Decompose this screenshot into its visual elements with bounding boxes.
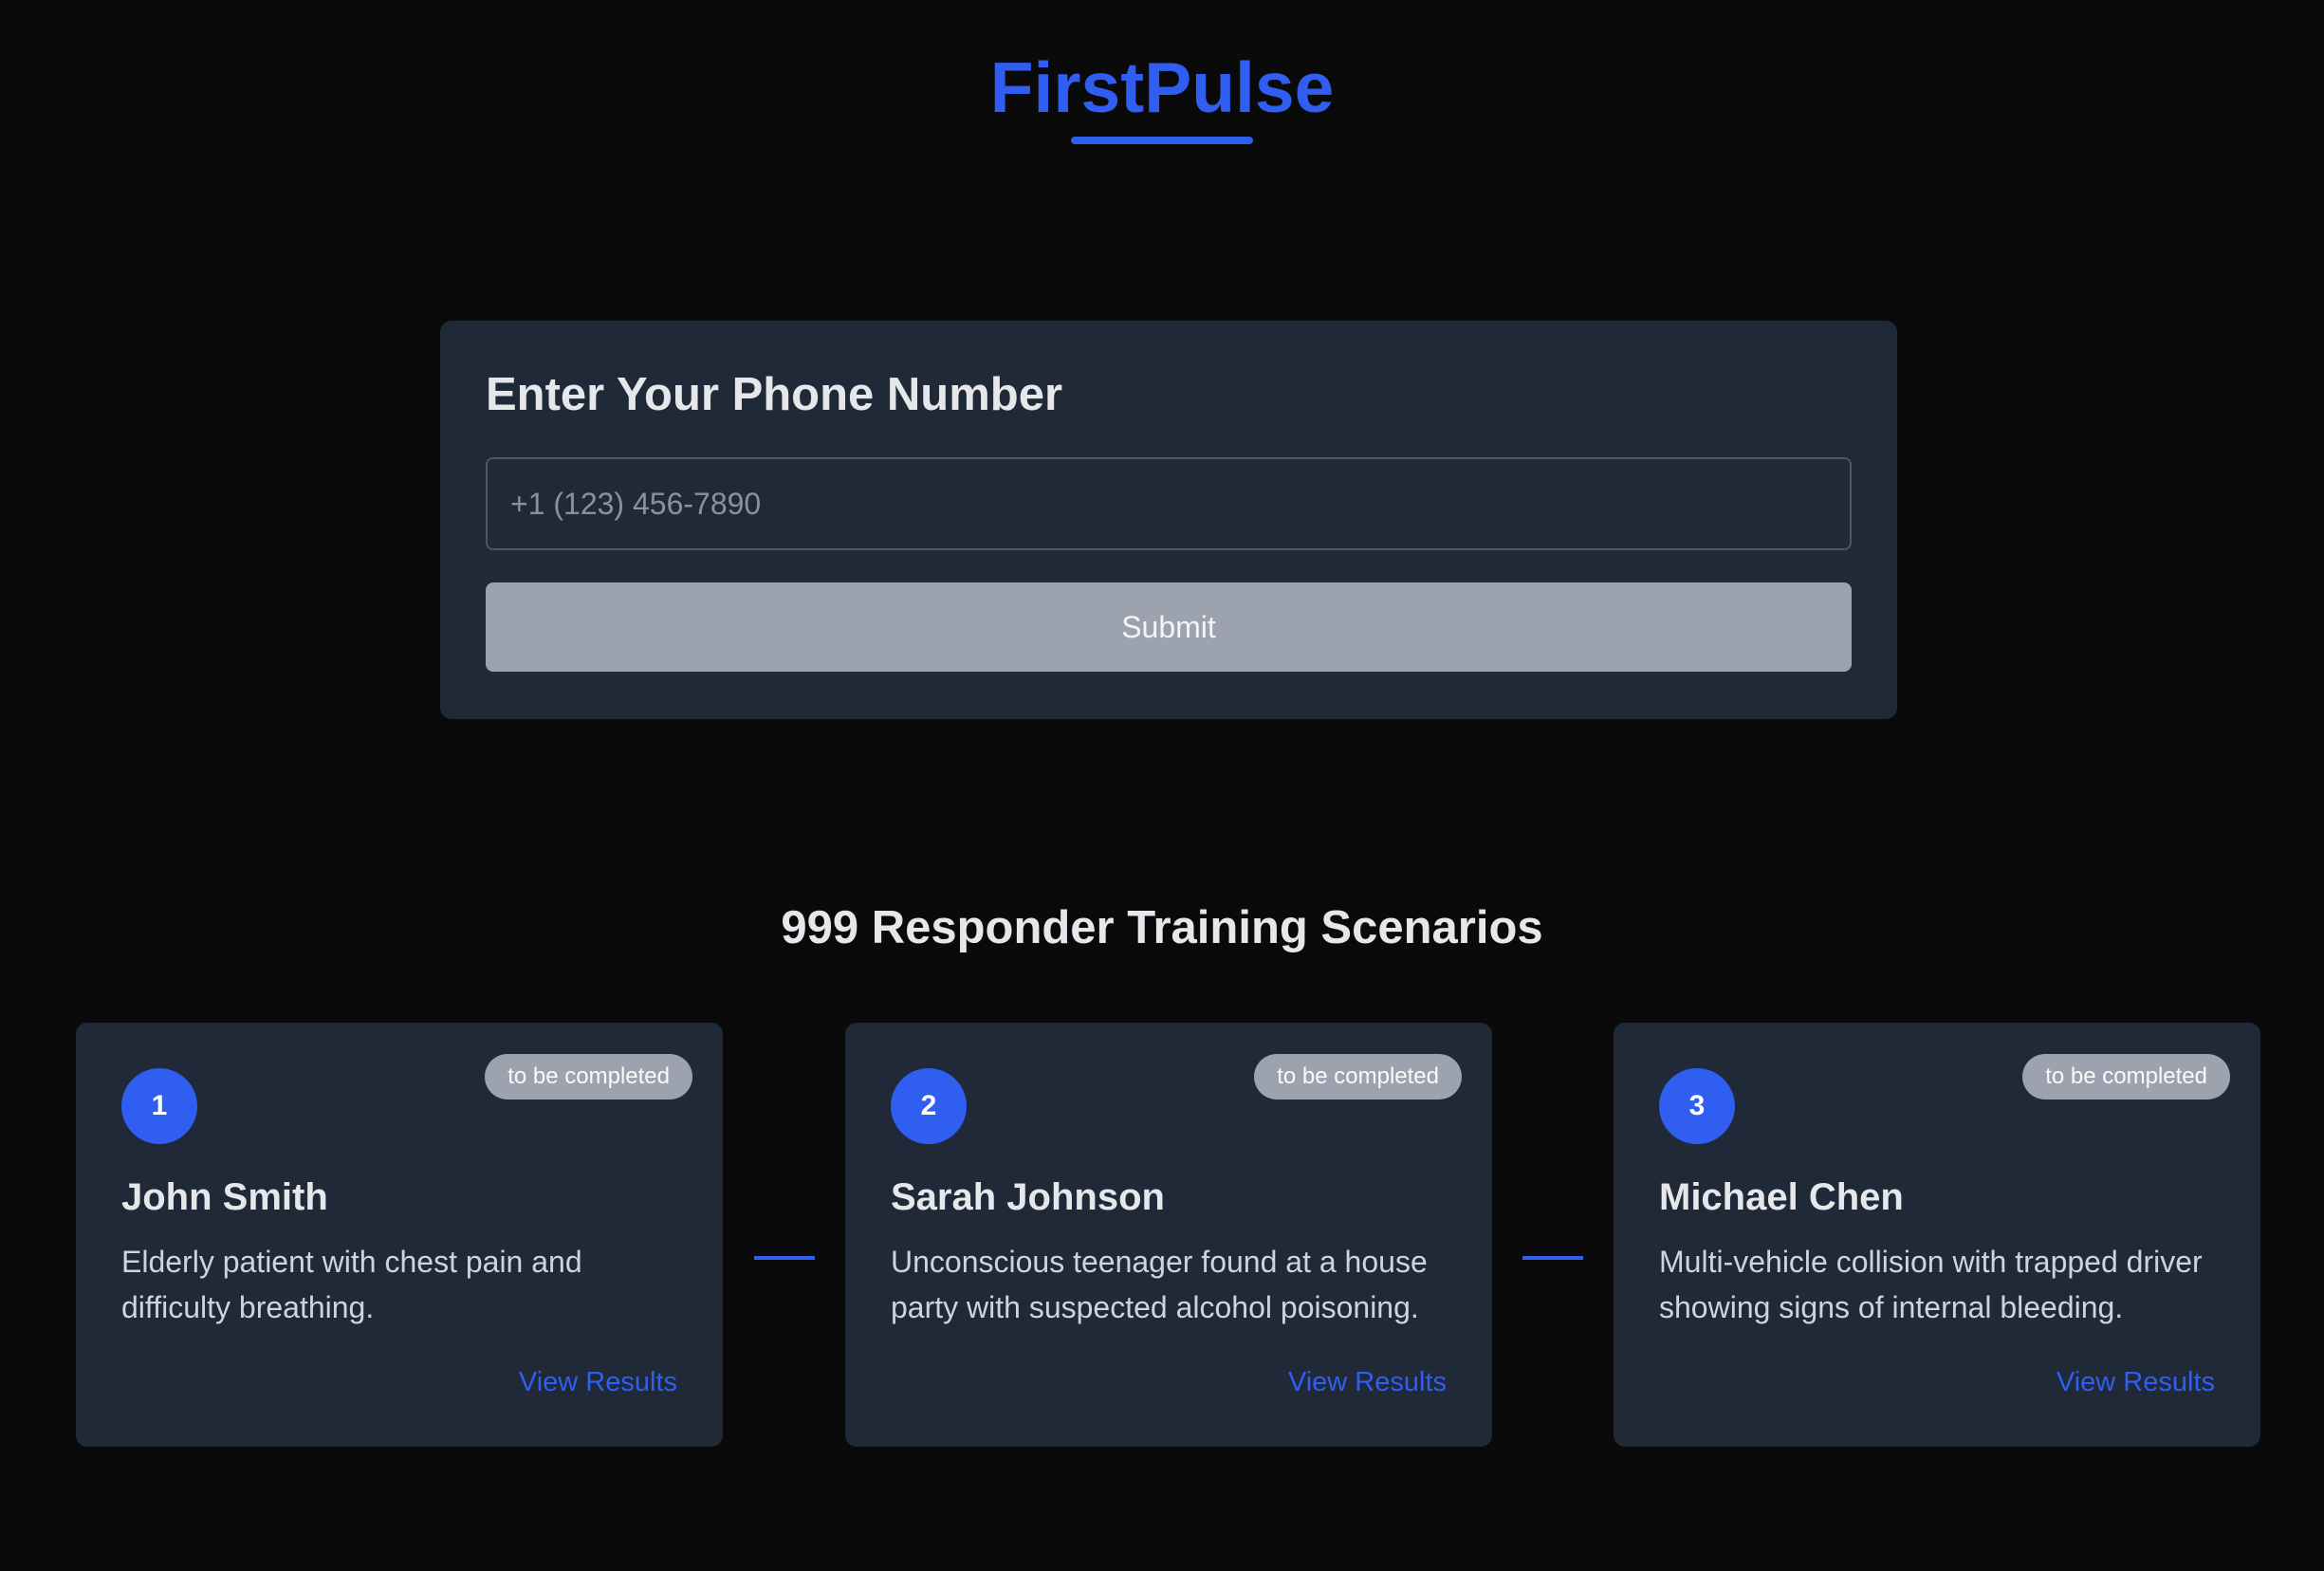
status-badge: to be completed (485, 1054, 692, 1100)
scenario-patient-name: Sarah Johnson (891, 1176, 1165, 1218)
scenario-connector-line (754, 1256, 815, 1260)
scenarios-section-title: 999 Responder Training Scenarios (781, 902, 1543, 953)
scenario-card: to be completed 2 Sarah Johnson Unconsci… (845, 1023, 1492, 1447)
status-badge: to be completed (2022, 1054, 2230, 1100)
app-logo: FirstPulse (989, 47, 1335, 127)
app-header: FirstPulse (0, 52, 2324, 144)
scenario-patient-name: Michael Chen (1659, 1176, 1904, 1218)
view-results-link[interactable]: View Results (519, 1366, 677, 1399)
scenario-number-badge: 3 (1659, 1068, 1735, 1144)
logo-underline (1071, 137, 1253, 144)
scenario-description: Multi-vehicle collision with trapped dri… (1659, 1245, 2203, 1324)
status-badge: to be completed (1254, 1054, 1462, 1100)
scenario-connector-line (1522, 1256, 1583, 1260)
scenario-description: Unconscious teenager found at a house pa… (891, 1245, 1428, 1324)
phone-number-input[interactable] (486, 457, 1852, 550)
scenario-number-badge: 1 (121, 1068, 197, 1144)
scenario-patient-name: John Smith (121, 1176, 328, 1218)
phone-form-title: Enter Your Phone Number (486, 369, 1063, 420)
phone-number-card: Enter Your Phone Number Submit (440, 321, 1897, 719)
view-results-link[interactable]: View Results (2057, 1366, 2215, 1399)
submit-button[interactable]: Submit (486, 582, 1852, 672)
scenario-card: to be completed 3 Michael Chen Multi-veh… (1614, 1023, 2260, 1447)
scenario-card: to be completed 1 John Smith Elderly pat… (76, 1023, 723, 1447)
scenario-number-badge: 2 (891, 1068, 967, 1144)
scenario-description: Elderly patient with chest pain and diff… (121, 1245, 582, 1324)
view-results-link[interactable]: View Results (1288, 1366, 1447, 1399)
